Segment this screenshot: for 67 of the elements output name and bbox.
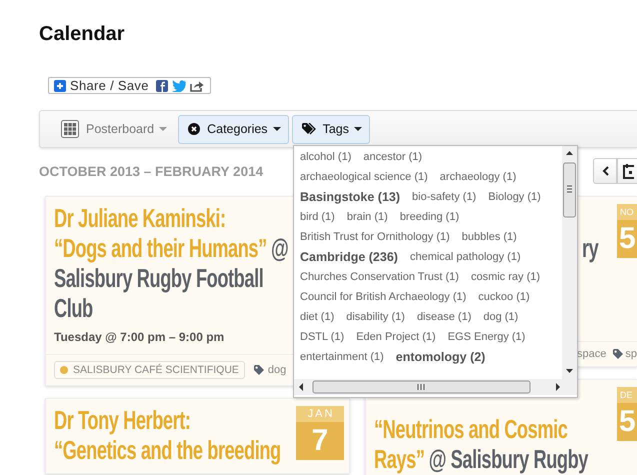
tag-link[interactable]: archaeological science (1) <box>300 167 428 187</box>
venue-text: @ Salisbury Rugby <box>428 444 588 474</box>
venue-text: @ <box>271 233 288 263</box>
tag-link[interactable]: British Trust for Ornithology (1) <box>300 227 450 247</box>
square-icon <box>156 80 168 92</box>
tag-link[interactable]: dog <box>268 364 286 376</box>
tag-link[interactable]: cuckoo (1) <box>478 287 530 307</box>
page-title: Calendar <box>39 22 126 46</box>
category-tag[interactable]: SALISBURY CAFÉ SCIENTIFIQUE <box>54 361 245 379</box>
filter-dropdown[interactable]: Tags <box>292 114 370 144</box>
tag-link[interactable]: brain (1) <box>346 207 388 227</box>
vertical-scrollbar[interactable] <box>562 146 577 379</box>
tag-icon <box>613 349 624 359</box>
tag-link[interactable]: bubbles (1) <box>462 227 517 247</box>
tag-link[interactable]: Council for British Archaeology (1) <box>300 287 466 307</box>
venue-text: Club <box>54 293 93 323</box>
tag-link[interactable]: diet (1) <box>300 307 334 327</box>
tag-link[interactable]: alcohol (1) <box>300 147 352 167</box>
tag-link[interactable]: Churches Conservation Trust (1) <box>300 267 459 287</box>
tag-link[interactable]: disease (1) <box>416 307 472 327</box>
tag-link[interactable]: EGS Energy (1) <box>448 327 526 347</box>
tag-link[interactable]: sp <box>625 348 637 360</box>
tag-icon <box>254 365 264 375</box>
badge-day: 5 <box>617 403 637 441</box>
tag-link[interactable]: disability (1) <box>346 307 405 327</box>
horizontal-scrollbar[interactable] <box>294 379 577 395</box>
caret-icon <box>354 127 362 131</box>
date-range: OCTOBER 2013 – FEBRUARY 2014 <box>39 164 264 178</box>
plus-icon <box>54 80 66 92</box>
tag-link[interactable]: bird (1) <box>300 207 335 227</box>
tag-link[interactable]: entomology (2) <box>396 347 486 367</box>
tag-link[interactable]: breeding (1) <box>400 207 460 227</box>
tag-link[interactable]: DSTL (1) <box>300 327 344 347</box>
venue-text: ry <box>582 233 598 263</box>
badge-month: DE <box>617 387 637 403</box>
badge-day: 7 <box>296 422 344 460</box>
tag-link[interactable]: dog (1) <box>483 307 518 327</box>
badge-month: NO <box>617 204 637 220</box>
tag-link[interactable]: entertainment (1) <box>300 347 384 367</box>
event-time: Tuesday @ 7:00 pm – 9:00 pm <box>54 330 224 344</box>
venue-text: Salisbury Rugby Football <box>54 263 264 293</box>
tag-link[interactable]: space <box>577 348 606 360</box>
badge-day: 5 <box>617 220 637 258</box>
calendar-icon <box>623 163 634 179</box>
badge-month: JAN <box>296 406 344 422</box>
view-dropdown[interactable]: Posterboard <box>53 114 176 144</box>
bird-icon <box>172 80 186 92</box>
tag-link[interactable]: Basingstoke (13) <box>300 187 400 207</box>
tag-link[interactable]: Eden Project (1) <box>356 327 436 347</box>
tag-link[interactable]: chemical pathology (1) <box>410 247 521 267</box>
tag-link[interactable]: ancestor (1) <box>363 147 422 167</box>
caret-icon <box>159 127 168 131</box>
tag-link[interactable]: Cambridge (236) <box>300 247 398 267</box>
calendar-button[interactable] <box>617 158 637 184</box>
share-button[interactable]: Share / Save <box>48 77 211 94</box>
tag-link[interactable]: archaeology (1) <box>440 167 516 187</box>
chevron-left-icon <box>602 166 608 176</box>
previous-button[interactable] <box>593 158 617 184</box>
tag-link[interactable]: bio-safety (1) <box>412 187 476 207</box>
grid-icon <box>61 120 79 138</box>
caret-icon <box>272 127 281 131</box>
share-icon <box>190 80 204 92</box>
tag-link[interactable]: cosmic ray (1) <box>470 267 540 287</box>
tags-icon <box>302 123 316 135</box>
filter-dropdown[interactable]: Categories <box>178 114 289 144</box>
close-icon <box>188 123 200 135</box>
tag-link[interactable]: Biology (1) <box>488 187 541 207</box>
